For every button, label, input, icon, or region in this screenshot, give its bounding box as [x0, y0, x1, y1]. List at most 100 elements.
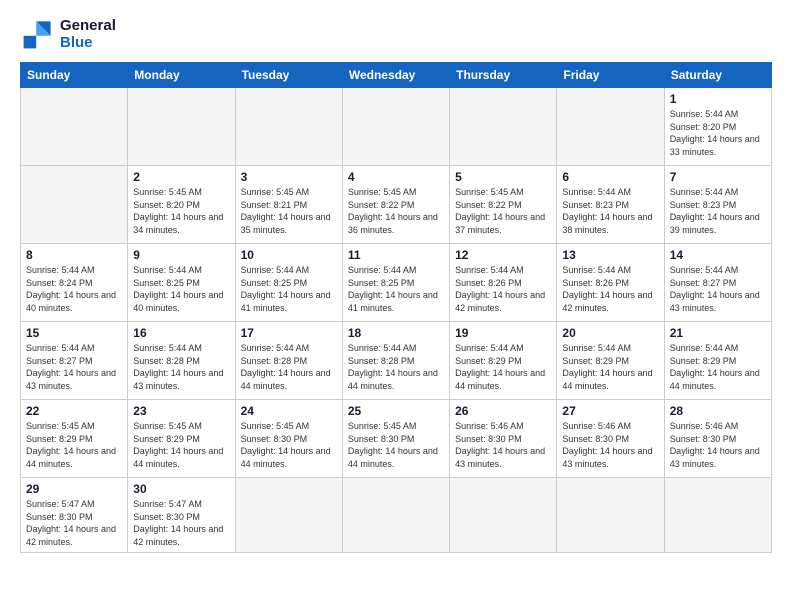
day-info: Sunrise: 5:44 AMSunset: 8:29 PMDaylight:… [562, 342, 658, 392]
day-number: 4 [348, 170, 444, 184]
day-number: 1 [670, 92, 766, 106]
calendar-day-header: Monday [128, 63, 235, 88]
calendar-cell: 18Sunrise: 5:44 AMSunset: 8:28 PMDayligh… [342, 322, 449, 400]
day-number: 15 [26, 326, 122, 340]
calendar-table: SundayMondayTuesdayWednesdayThursdayFrid… [20, 62, 772, 553]
calendar-cell: 23Sunrise: 5:45 AMSunset: 8:29 PMDayligh… [128, 400, 235, 478]
day-info: Sunrise: 5:44 AMSunset: 8:29 PMDaylight:… [455, 342, 551, 392]
day-number: 7 [670, 170, 766, 184]
calendar-cell [557, 478, 664, 553]
calendar-day-header: Tuesday [235, 63, 342, 88]
day-number: 28 [670, 404, 766, 418]
day-info: Sunrise: 5:45 AMSunset: 8:29 PMDaylight:… [26, 420, 122, 470]
calendar-week-row: 8 Sunrise: 5:44 AMSunset: 8:24 PMDaylight… [21, 244, 772, 322]
day-number: 24 [241, 404, 337, 418]
calendar-day-header: Saturday [664, 63, 771, 88]
calendar-cell: 4 Sunrise: 5:45 AMSunset: 8:22 PMDaylight… [342, 166, 449, 244]
calendar-cell: 28 Sunrise: 5:46 AMSunset: 8:30 PMDayligh… [664, 400, 771, 478]
day-info: Sunrise: 5:44 AMSunset: 8:28 PMDaylight:… [133, 342, 229, 392]
day-info: Sunrise: 5:44 AMSunset: 8:29 PMDaylight:… [670, 342, 766, 392]
day-info: Sunrise: 5:44 AMSunset: 8:28 PMDaylight:… [348, 342, 444, 392]
calendar-cell: 24 Sunrise: 5:45 AMSunset: 8:30 PMDayligh… [235, 400, 342, 478]
day-info: Sunrise: 5:47 AMSunset: 8:30 PMDaylight:… [133, 498, 229, 548]
day-number: 25 [348, 404, 444, 418]
day-info: Sunrise: 5:45 AMSunset: 8:30 PMDaylight:… [348, 420, 444, 470]
day-info: Sunrise: 5:44 AMSunset: 8:26 PMDaylight:… [455, 264, 551, 314]
day-info: Sunrise: 5:44 AMSunset: 8:26 PMDaylight:… [562, 264, 658, 314]
day-number: 16 [133, 326, 229, 340]
day-info: Sunrise: 5:45 AMSunset: 8:20 PMDaylight:… [133, 186, 229, 236]
calendar-cell [342, 478, 449, 553]
day-number: 19 [455, 326, 551, 340]
day-info: Sunrise: 5:44 AMSunset: 8:25 PMDaylight:… [241, 264, 337, 314]
day-info: Sunrise: 5:45 AMSunset: 8:30 PMDaylight:… [241, 420, 337, 470]
calendar-cell [664, 478, 771, 553]
calendar-cell: 19 Sunrise: 5:44 AMSunset: 8:29 PMDayligh… [450, 322, 557, 400]
calendar-cell [342, 88, 449, 166]
logo-text: General Blue [60, 17, 116, 51]
day-info: Sunrise: 5:44 AMSunset: 8:27 PMDaylight:… [670, 264, 766, 314]
calendar-cell [450, 478, 557, 553]
day-number: 23 [133, 404, 229, 418]
calendar-day-header: Thursday [450, 63, 557, 88]
day-info: Sunrise: 5:44 AMSunset: 8:23 PMDaylight:… [670, 186, 766, 236]
calendar-cell: 16 Sunrise: 5:44 AMSunset: 8:28 PMDayligh… [128, 322, 235, 400]
day-number: 3 [241, 170, 337, 184]
day-number: 10 [241, 248, 337, 262]
calendar-cell [235, 478, 342, 553]
calendar-week-row: 22 Sunrise: 5:45 AMSunset: 8:29 PMDayligh… [21, 400, 772, 478]
calendar-cell: 3 Sunrise: 5:45 AMSunset: 8:21 PMDaylight… [235, 166, 342, 244]
day-info: Sunrise: 5:45 AMSunset: 8:22 PMDaylight:… [348, 186, 444, 236]
day-number: 6 [562, 170, 658, 184]
calendar-cell: 6Sunrise: 5:44 AMSunset: 8:23 PMDaylight… [557, 166, 664, 244]
calendar-week-row: 1Sunrise: 5:44 AMSunset: 8:20 PMDaylight… [21, 88, 772, 166]
calendar-cell: 30 Sunrise: 5:47 AMSunset: 8:30 PMDayligh… [128, 478, 235, 553]
day-number: 14 [670, 248, 766, 262]
calendar-cell: 26Sunrise: 5:46 AMSunset: 8:30 PMDayligh… [450, 400, 557, 478]
calendar-cell: 22 Sunrise: 5:45 AMSunset: 8:29 PMDayligh… [21, 400, 128, 478]
day-number: 13 [562, 248, 658, 262]
calendar-cell: 17Sunrise: 5:44 AMSunset: 8:28 PMDayligh… [235, 322, 342, 400]
day-number: 20 [562, 326, 658, 340]
day-number: 29 [26, 482, 122, 496]
day-number: 22 [26, 404, 122, 418]
calendar-cell: 29 Sunrise: 5:47 AMSunset: 8:30 PMDayligh… [21, 478, 128, 553]
day-number: 5 [455, 170, 551, 184]
calendar-week-row: 2 Sunrise: 5:45 AMSunset: 8:20 PMDaylight… [21, 166, 772, 244]
day-info: Sunrise: 5:44 AMSunset: 8:25 PMDaylight:… [133, 264, 229, 314]
calendar-cell: 27Sunrise: 5:46 AMSunset: 8:30 PMDayligh… [557, 400, 664, 478]
calendar-cell [21, 88, 128, 166]
day-info: Sunrise: 5:45 AMSunset: 8:21 PMDaylight:… [241, 186, 337, 236]
day-number: 30 [133, 482, 229, 496]
day-number: 26 [455, 404, 551, 418]
calendar-cell: 13 Sunrise: 5:44 AMSunset: 8:26 PMDayligh… [557, 244, 664, 322]
page: General Blue SundayMondayTuesdayWednesda… [0, 0, 792, 612]
day-number: 8 [26, 248, 122, 262]
day-number: 11 [348, 248, 444, 262]
day-number: 2 [133, 170, 229, 184]
calendar-cell: 10 Sunrise: 5:44 AMSunset: 8:25 PMDayligh… [235, 244, 342, 322]
day-info: Sunrise: 5:46 AMSunset: 8:30 PMDaylight:… [670, 420, 766, 470]
calendar-cell: 25 Sunrise: 5:45 AMSunset: 8:30 PMDayligh… [342, 400, 449, 478]
calendar-cell: 12 Sunrise: 5:44 AMSunset: 8:26 PMDayligh… [450, 244, 557, 322]
calendar-cell [235, 88, 342, 166]
day-info: Sunrise: 5:44 AMSunset: 8:28 PMDaylight:… [241, 342, 337, 392]
calendar-cell: 1Sunrise: 5:44 AMSunset: 8:20 PMDaylight… [664, 88, 771, 166]
calendar-cell [557, 88, 664, 166]
calendar-cell [21, 166, 128, 244]
day-number: 27 [562, 404, 658, 418]
calendar-week-row: 15 Sunrise: 5:44 AMSunset: 8:27 PMDayligh… [21, 322, 772, 400]
calendar-cell [128, 88, 235, 166]
calendar-cell: 7 Sunrise: 5:44 AMSunset: 8:23 PMDaylight… [664, 166, 771, 244]
day-info: Sunrise: 5:44 AMSunset: 8:24 PMDaylight:… [26, 264, 122, 314]
calendar-cell: 20 Sunrise: 5:44 AMSunset: 8:29 PMDayligh… [557, 322, 664, 400]
header: General Blue [20, 16, 772, 52]
calendar-cell: 8 Sunrise: 5:44 AMSunset: 8:24 PMDaylight… [21, 244, 128, 322]
day-number: 12 [455, 248, 551, 262]
calendar-cell: 11Sunrise: 5:44 AMSunset: 8:25 PMDayligh… [342, 244, 449, 322]
calendar-cell: 15 Sunrise: 5:44 AMSunset: 8:27 PMDayligh… [21, 322, 128, 400]
day-info: Sunrise: 5:47 AMSunset: 8:30 PMDaylight:… [26, 498, 122, 548]
calendar-cell: 21Sunrise: 5:44 AMSunset: 8:29 PMDayligh… [664, 322, 771, 400]
day-info: Sunrise: 5:44 AMSunset: 8:27 PMDaylight:… [26, 342, 122, 392]
logo: General Blue [20, 16, 116, 52]
